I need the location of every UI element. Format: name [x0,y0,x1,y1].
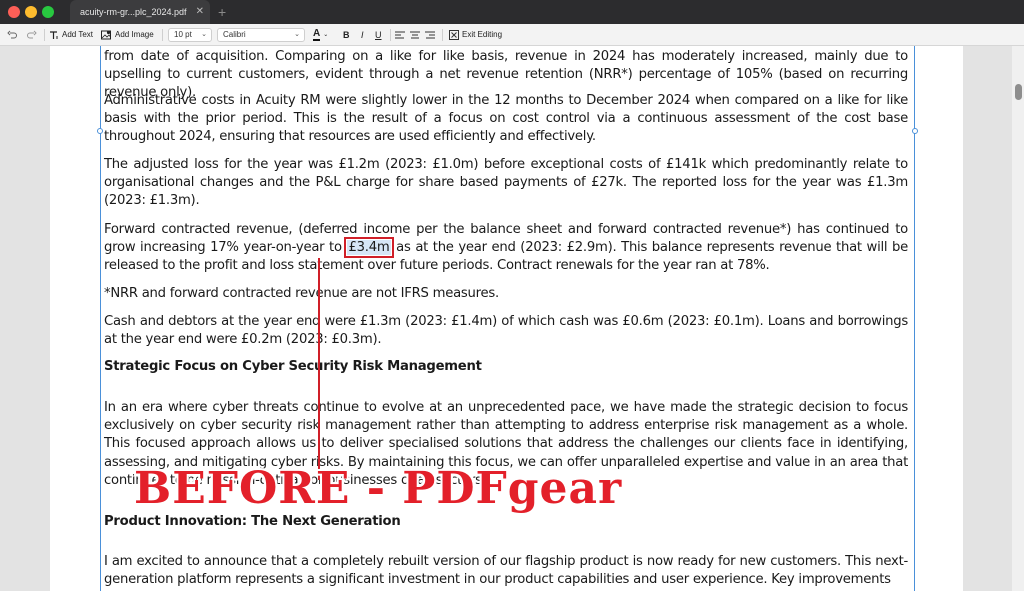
align-right-button[interactable] [425,28,435,42]
scrollbar-thumb[interactable] [1015,84,1022,100]
chevron-down-icon: ⌄ [323,32,329,38]
bold-button[interactable]: B [343,28,350,42]
font-family-select[interactable]: Calibri ⌄ [217,28,305,42]
paragraph-adjusted-loss[interactable]: The adjusted loss for the year was £1.2m… [104,156,908,211]
edit-toolbar: Add Text Add Image 10 pt ⌄ Calibri ⌄ A ⌄… [0,24,1024,46]
exit-editing-button[interactable]: Exit Editing [449,28,502,42]
paragraph-admin-costs[interactable]: Administrative costs in Acuity RM were s… [104,92,908,147]
align-left-icon [395,31,405,38]
align-center-icon [410,31,420,38]
align-left-button[interactable] [395,28,405,42]
underline-button[interactable]: U [375,28,382,42]
italic-label: I [361,30,364,40]
annotation-arrow [318,258,320,480]
selected-value-highlight[interactable]: £3.4m [343,237,395,259]
close-window-button[interactable] [8,6,20,18]
italic-button[interactable]: I [361,28,364,42]
redo-icon [27,30,37,39]
close-box-icon [449,30,459,40]
vertical-scrollbar[interactable] [1012,46,1024,591]
paragraph-cash[interactable]: Cash and debtors at the year end were £1… [104,313,908,349]
heading-strategic-focus[interactable]: Strategic Focus on Cyber Security Risk M… [104,358,908,376]
bold-label: B [343,30,350,40]
toolbar-divider [390,29,391,41]
text-tool-icon [50,31,58,39]
font-family-value: Calibri [223,30,246,39]
resize-handle-right[interactable] [912,128,918,134]
zoom-window-button[interactable] [42,6,54,18]
underline-label: U [375,30,382,40]
chevron-down-icon: ⌄ [294,31,300,38]
text-color-button[interactable]: A ⌄ [313,28,328,42]
font-size-select[interactable]: 10 pt ⌄ [168,28,212,42]
document-tab[interactable]: acuity-rm-gr...plc_2024.pdf ✕ [70,0,210,24]
undo-button[interactable] [7,28,17,42]
text-color-label: A [313,28,321,41]
tab-close-icon[interactable]: ✕ [196,0,204,24]
toolbar-divider [162,29,163,41]
toolbar-divider [442,29,443,41]
add-text-button[interactable]: Add Text [49,28,93,42]
font-size-value: 10 pt [174,30,192,39]
minimize-window-button[interactable] [25,6,37,18]
title-bar: acuity-rm-gr...plc_2024.pdf ✕ + [0,0,1024,24]
chevron-down-icon: ⌄ [201,31,207,38]
annotation-title: BEFORE - PDFgear [134,463,623,514]
paragraph-nrr-note[interactable]: *NRR and forward contracted revenue are … [104,285,908,303]
image-icon [101,30,111,40]
resize-handle-left[interactable] [97,128,103,134]
paragraph-product[interactable]: I am excited to announce that a complete… [104,553,908,589]
align-center-button[interactable] [410,28,420,42]
toolbar-divider [44,29,45,41]
add-image-label: Add Image [115,30,154,39]
redo-button[interactable] [27,28,37,42]
exit-editing-label: Exit Editing [462,30,503,39]
paragraph-forward-revenue[interactable]: Forward contracted revenue, (deferred in… [104,221,908,276]
undo-icon [7,30,17,39]
add-image-button[interactable]: Add Image [101,28,154,42]
tab-title: acuity-rm-gr...plc_2024.pdf [80,7,187,17]
align-right-icon [425,31,435,38]
add-text-label: Add Text [62,30,93,39]
new-tab-button[interactable]: + [218,0,226,24]
